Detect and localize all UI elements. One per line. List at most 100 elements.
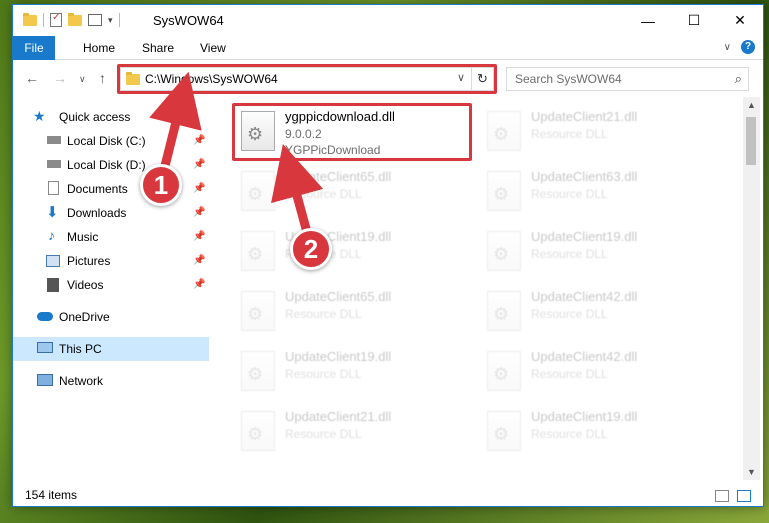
file-tile[interactable]: UpdateClient19.dll Resource DLL (481, 225, 721, 281)
up-button[interactable]: ↑ (99, 70, 106, 86)
sidebar-item-quick-access[interactable]: ★ Quick access (13, 105, 209, 129)
pin-icon: 📌 (193, 159, 206, 170)
scroll-down-icon[interactable]: ▼ (747, 467, 756, 477)
title-bar: ▾ SysWOW64 — ☐ ✕ (13, 5, 763, 36)
drive-icon (47, 160, 61, 168)
help-icon[interactable]: ? (741, 40, 755, 54)
close-button[interactable]: ✕ (717, 5, 763, 36)
file-tile[interactable]: UpdateClient19.dll Resource DLL (235, 345, 475, 401)
file-tile[interactable]: UpdateClient21.dll Resource DLL (481, 105, 721, 161)
tiles-view-icon[interactable] (737, 490, 751, 502)
sidebar-item-onedrive[interactable]: OneDrive (13, 305, 209, 329)
dll-file-icon (487, 231, 521, 271)
status-bar: 154 items (13, 484, 763, 506)
recent-locations-button[interactable]: ∨ (79, 74, 86, 85)
ribbon-help-area: ∨ ? (724, 40, 755, 54)
details-view-icon[interactable] (715, 490, 729, 502)
new-folder-icon[interactable] (68, 12, 82, 26)
sidebar-item-label: This PC (59, 342, 102, 356)
file-name: UpdateClient63.dll (531, 169, 638, 184)
file-type: Resource DLL (531, 187, 608, 201)
dll-file-icon (487, 411, 521, 451)
sidebar-item-downloads[interactable]: ⬇ Downloads 📌 (13, 201, 209, 225)
pin-icon: 📌 (193, 231, 206, 242)
scroll-up-icon[interactable]: ▲ (747, 100, 756, 110)
tab-file[interactable]: File (13, 36, 55, 60)
sidebar-item-label: Local Disk (C:) (67, 134, 146, 148)
ribbon-tabs: File Home Share View ∨ ? (13, 36, 763, 60)
item-count: 154 items (25, 488, 78, 502)
sidebar-item-network[interactable]: Network (13, 369, 209, 393)
sidebar-item-pictures[interactable]: Pictures 📌 (13, 249, 209, 273)
pin-icon: 📌 (193, 183, 206, 194)
sidebar-item-this-pc[interactable]: This PC (13, 337, 209, 361)
vertical-scrollbar[interactable]: ▲ ▼ (743, 97, 760, 480)
properties-icon[interactable] (50, 12, 62, 27)
dll-file-icon (241, 351, 275, 391)
search-input[interactable]: Search SysWOW64 (515, 72, 622, 86)
file-type: Resource DLL (531, 127, 608, 141)
dll-file-icon (241, 411, 275, 451)
dll-file-icon (241, 171, 275, 211)
dll-file-icon (487, 291, 521, 331)
file-type: Resource DLL (285, 427, 362, 441)
documents-icon (48, 181, 59, 195)
sidebar-item-label: Documents (67, 182, 128, 196)
file-tile[interactable]: UpdateClient42.dll Resource DLL (481, 345, 721, 401)
sidebar-item-label: Pictures (67, 254, 111, 268)
file-name: UpdateClient19.dll (531, 409, 638, 424)
file-name: UpdateClient65.dll (285, 289, 392, 304)
file-tile[interactable]: UpdateClient19.dll Resource DLL (481, 405, 721, 461)
file-list: ygppicdownload.dll 9.0.0.2 YGPPicDownloa… (209, 97, 741, 480)
file-name: UpdateClient19.dll (531, 229, 638, 244)
tab-view[interactable]: View (200, 36, 226, 60)
file-type: Resource DLL (531, 427, 608, 441)
pin-icon: 📌 (193, 135, 206, 146)
file-type: Resource DLL (531, 247, 608, 261)
step-badge-2: 2 (290, 228, 332, 270)
customize-view-icon[interactable] (88, 14, 102, 26)
sidebar-item-videos[interactable]: Videos 📌 (13, 273, 209, 297)
sidebar-item-label: Downloads (67, 206, 127, 220)
file-tile[interactable]: UpdateClient42.dll Resource DLL (481, 285, 721, 341)
search-box[interactable]: Search SysWOW64 ⌕ (506, 67, 749, 91)
sidebar-item-local-disk-d[interactable]: Local Disk (D:) 📌 (13, 153, 209, 177)
file-name: UpdateClient42.dll (531, 289, 638, 304)
music-icon: ♪ (48, 227, 55, 243)
quick-access-toolbar: ▾ (23, 12, 120, 27)
file-name: UpdateClient42.dll (531, 349, 638, 364)
file-tile[interactable]: UpdateClient21.dll Resource DLL (235, 405, 475, 461)
sidebar-item-music[interactable]: ♪ Music 📌 (13, 225, 209, 249)
qat-dropdown-icon[interactable]: ▾ (108, 15, 113, 26)
file-name: UpdateClient65.dll (285, 169, 392, 184)
minimize-button[interactable]: — (625, 5, 671, 36)
computer-icon (37, 342, 53, 353)
dll-file-icon (487, 351, 521, 391)
file-tile[interactable]: UpdateClient65.dll Resource DLL (235, 165, 475, 221)
sidebar-item-label: Music (67, 230, 99, 244)
maximize-button[interactable]: ☐ (671, 5, 717, 36)
file-name: UpdateClient19.dll (285, 349, 392, 364)
scrollbar-thumb[interactable] (746, 117, 756, 165)
file-type: Resource DLL (285, 187, 362, 201)
sidebar-item-local-disk-c[interactable]: Local Disk (C:) 📌 (13, 129, 209, 153)
file-type: Resource DLL (285, 367, 362, 381)
file-tile[interactable]: UpdateClient65.dll Resource DLL (235, 285, 475, 341)
tab-share[interactable]: Share (142, 36, 174, 60)
file-type: Resource DLL (531, 367, 608, 381)
back-button[interactable]: ← (25, 70, 39, 86)
file-tile[interactable]: UpdateClient19.dll Resource DLL (235, 225, 475, 281)
pictures-icon (46, 255, 60, 267)
sidebar-item-label: OneDrive (59, 310, 110, 324)
dll-file-icon (241, 231, 275, 271)
dll-file-icon (487, 171, 521, 211)
sidebar-item-label: Quick access (59, 110, 131, 124)
chevron-down-icon[interactable]: ∨ (724, 42, 731, 53)
pin-icon: 📌 (193, 279, 206, 290)
file-tile[interactable]: UpdateClient63.dll Resource DLL (481, 165, 721, 221)
navigation-bar: ← → ∨ ↑ C:\Windows\SysWOW64 ∨ ↻ Search S… (13, 61, 763, 97)
forward-button[interactable]: → (53, 70, 67, 86)
sidebar-item-label: Videos (67, 278, 104, 292)
dll-file-icon (487, 111, 521, 151)
tab-home[interactable]: Home (83, 36, 115, 60)
